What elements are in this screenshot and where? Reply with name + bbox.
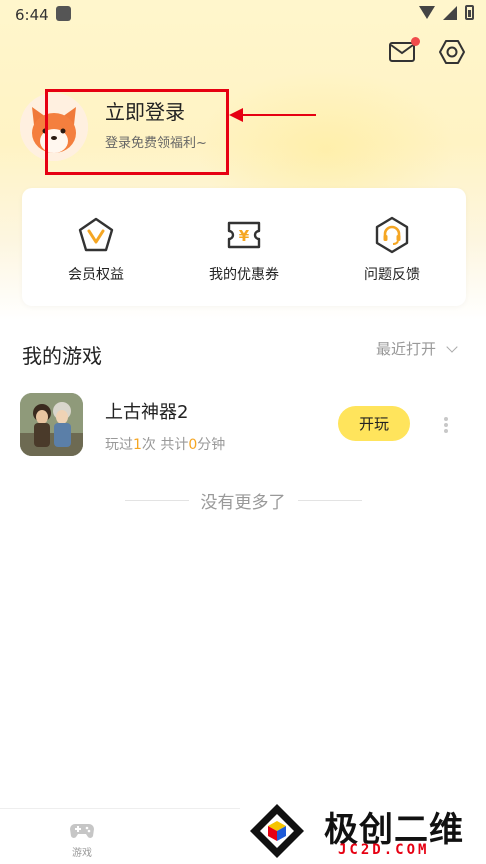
benefit-label: 会员权益 [68,267,124,283]
sort-dropdown[interactable]: 最近打开 [376,338,458,359]
vip-icon [78,217,114,252]
end-of-list: 没有更多了 [0,488,486,513]
sort-label: 最近打开 [376,340,437,358]
play-count-unit: 次 共计 [141,437,189,453]
stats-prefix: 玩过 [105,437,133,453]
battery-icon [465,5,474,20]
benefit-feedback[interactable]: 问题反馈 [318,188,466,306]
end-of-list-text: 没有更多了 [200,493,286,513]
game-character-icon [20,393,83,456]
settings-icon [439,40,465,64]
notification-app-icon [56,6,71,21]
annotation-arrow-head [229,108,243,122]
play-button[interactable]: 开玩 [338,406,410,441]
benefit-coupon[interactable]: ¥ 我的优惠券 [170,188,318,306]
benefit-vip[interactable]: 会员权益 [22,188,170,306]
game-play-stats: 玩过1次 共计0分钟 [105,434,225,454]
coupon-icon: ¥ [227,221,261,249]
status-time: 6:44 [15,6,49,24]
status-indicators [419,5,474,20]
minutes-unit: 分钟 [197,437,226,453]
play-count: 1 [133,437,142,453]
play-minutes: 0 [188,437,198,453]
notification-dot [411,37,420,46]
wifi-icon [419,6,435,19]
highlight-box [45,89,229,175]
feedback-icon [375,216,409,254]
benefit-label: 问题反馈 [364,267,420,283]
benefit-label: 我的优惠券 [209,267,279,283]
section-title: 我的游戏 [22,344,102,368]
gamepad-icon [70,824,94,838]
signal-icon [443,5,457,20]
mail-button[interactable] [388,37,420,64]
watermark-url: JC2D.COM [338,842,430,858]
settings-button[interactable] [438,38,466,66]
game-list-item[interactable]: 上古神器2 玩过1次 共计0分钟 开玩 [0,385,486,465]
watermark: 极创二维 JC2D.COM [240,800,486,864]
more-options-icon[interactable] [440,415,452,435]
chevron-down-icon [446,340,458,353]
annotation-arrow-line [242,114,316,116]
divider-left [124,500,189,501]
nav-label: 游戏 [72,848,92,859]
benefits-card: 会员权益 ¥ 我的优惠券 问题反馈 [22,188,466,306]
watermark-logo-icon [250,804,304,858]
game-name: 上古神器2 [105,402,189,423]
nav-item-games[interactable]: 游戏 [62,821,102,859]
status-bar: 6:44 [0,0,486,28]
svg-text:¥: ¥ [239,227,250,245]
game-icon[interactable] [20,393,83,456]
divider-right [297,500,362,501]
